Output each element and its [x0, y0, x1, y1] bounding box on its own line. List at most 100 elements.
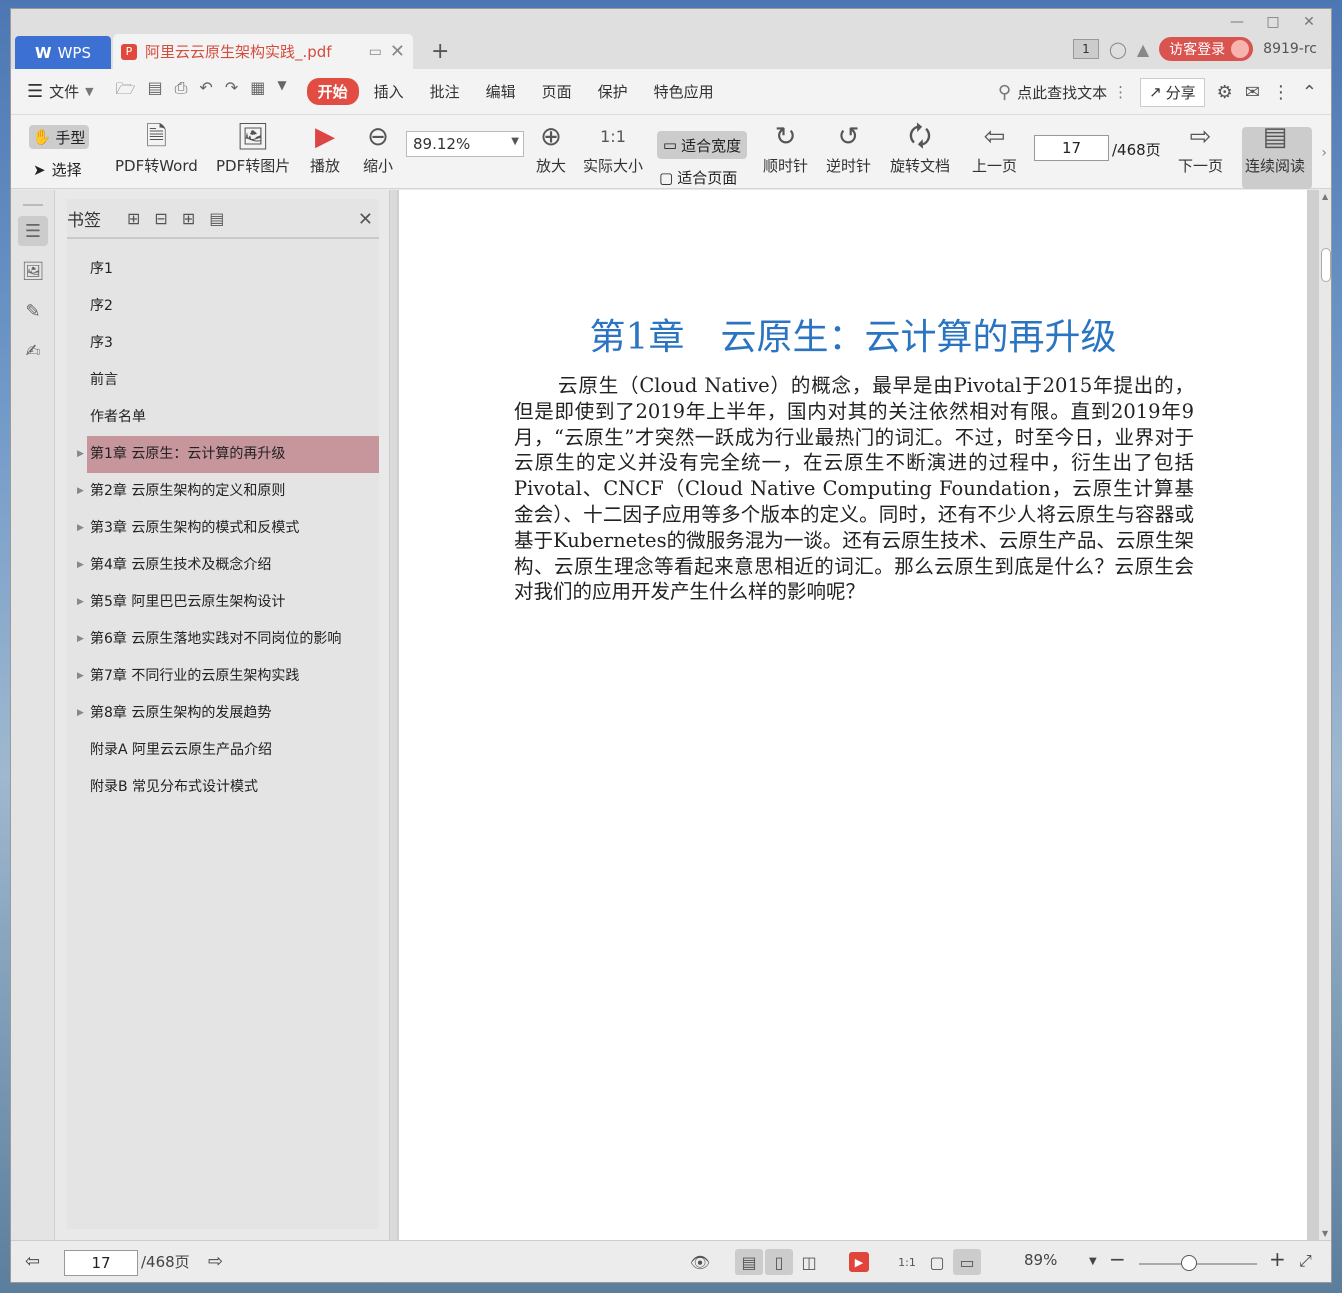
tab-annotate[interactable]: 批注: [419, 78, 471, 105]
zoom-minus-icon[interactable]: −: [1109, 1247, 1126, 1271]
save-icon[interactable]: ▤: [147, 78, 162, 105]
bookmark-item[interactable]: 前言: [67, 362, 379, 399]
zoom-percent[interactable]: 89%: [1024, 1251, 1057, 1269]
zoom-plus-icon[interactable]: +: [1269, 1247, 1286, 1271]
more-options-icon[interactable]: ⋮: [1272, 82, 1290, 103]
tab-protect[interactable]: 保护: [587, 78, 639, 105]
bookmark-item[interactable]: 序2: [67, 288, 379, 325]
tab-insert[interactable]: 插入: [363, 78, 415, 105]
window-count-badge[interactable]: 1: [1072, 39, 1099, 59]
zoom-slider-track[interactable]: [1139, 1263, 1257, 1265]
expand-arrow-icon[interactable]: ▶: [77, 436, 84, 473]
zoom-level-input[interactable]: 89.12% ▼: [406, 131, 524, 157]
bookmark-item[interactable]: ▶ 第5章 阿里巴巴云原生架构设计: [67, 584, 379, 621]
bookmark-item[interactable]: ▶ 第1章 云原生：云计算的再升级: [77, 436, 379, 473]
bookmark-item[interactable]: ▶ 第4章 云原生技术及概念介绍: [67, 547, 379, 584]
tab-features[interactable]: 特色应用: [643, 78, 725, 105]
scrollbar-thumb[interactable]: [1321, 248, 1331, 282]
expand-arrow-icon[interactable]: ▶: [77, 658, 84, 695]
page-number-input[interactable]: 17: [1034, 135, 1109, 161]
fit-page-button[interactable]: ▢ 适合页面: [659, 167, 737, 188]
fit-width-button[interactable]: ▭ 适合宽度: [657, 131, 747, 159]
close-window-icon[interactable]: ✕: [1295, 13, 1323, 31]
zoom-slider-knob[interactable]: [1180, 1255, 1197, 1271]
maximize-icon[interactable]: □: [1259, 13, 1287, 31]
export-icon[interactable]: ▦: [250, 78, 265, 105]
fit-page-status-icon[interactable]: ▢: [923, 1249, 951, 1275]
undo-icon[interactable]: ↶: [199, 78, 212, 105]
zoom-percent-dropdown-icon[interactable]: ▼: [1089, 1256, 1097, 1267]
close-panel-icon[interactable]: ✕: [358, 209, 373, 230]
minimize-icon[interactable]: —: [1223, 13, 1251, 31]
status-prev-page-icon[interactable]: ⇦: [25, 1251, 40, 1272]
collapse-ribbon-icon[interactable]: ⌃: [1302, 82, 1317, 103]
document-tab[interactable]: P 阿里云云原生架构实践_.pdf ▭ ✕: [113, 34, 413, 69]
file-menu[interactable]: ☰ 文件 ▼: [27, 81, 94, 102]
bookmark-item[interactable]: ▶ 第2章 云原生架构的定义和原则: [67, 473, 379, 510]
eye-protection-icon[interactable]: 👁: [686, 1249, 714, 1275]
new-tab-icon[interactable]: +: [431, 39, 449, 64]
expand-all-icon[interactable]: ⊞: [127, 209, 140, 228]
tab-start[interactable]: 开始: [306, 78, 359, 105]
more-vertical-icon[interactable]: ⋮: [1113, 83, 1128, 101]
rotate-counterclockwise-button[interactable]: ↺ 逆时针: [826, 119, 871, 176]
annotation-panel-icon[interactable]: ✎: [18, 296, 48, 326]
bookmark-panel-icon[interactable]: ☰: [18, 216, 48, 246]
comment-icon[interactable]: ✉: [1245, 82, 1260, 103]
expand-arrow-icon[interactable]: ▶: [77, 695, 84, 732]
print-icon[interactable]: ⎙: [175, 78, 188, 105]
signature-panel-icon[interactable]: ✍: [18, 336, 48, 366]
wps-home-tab[interactable]: W WPS: [15, 36, 111, 69]
guest-login-button[interactable]: 访客登录: [1159, 37, 1254, 61]
pdf-to-word-button[interactable]: 🗎 PDF转Word: [115, 119, 198, 176]
bookmark-item[interactable]: ▶ 第7章 不同行业的云原生架构实践: [67, 658, 379, 695]
ribbon-scroll-right-icon[interactable]: ›: [1321, 145, 1327, 161]
share-button[interactable]: ↗ 分享: [1140, 77, 1205, 107]
single-page-view-icon[interactable]: ▯: [765, 1249, 793, 1275]
fit-width-status-icon[interactable]: ▭: [953, 1249, 981, 1275]
select-tool-button[interactable]: ➤ 选择: [33, 159, 82, 180]
expand-arrow-icon[interactable]: ▶: [77, 584, 84, 621]
pin-tab-icon[interactable]: ▭: [369, 44, 382, 60]
tab-page[interactable]: 页面: [531, 78, 583, 105]
actual-size-button[interactable]: 1:1 实际大小: [583, 119, 643, 176]
two-page-view-icon[interactable]: ◫: [795, 1249, 823, 1275]
bookmark-item[interactable]: 序1: [67, 251, 379, 288]
rotate-clockwise-button[interactable]: ↻ 顺时针: [763, 119, 808, 176]
redo-icon[interactable]: ↷: [225, 78, 238, 105]
collapse-all-icon[interactable]: ⊟: [154, 209, 167, 228]
status-next-page-icon[interactable]: ⇨: [208, 1251, 223, 1272]
more-dropdown-icon[interactable]: ▼: [277, 78, 286, 105]
next-page-button[interactable]: ⇨ 下一页: [1178, 119, 1223, 176]
scroll-down-icon[interactable]: ▼: [1322, 1229, 1328, 1238]
zoom-in-button[interactable]: ⊕ 放大: [536, 119, 566, 176]
close-tab-icon[interactable]: ✕: [390, 41, 405, 62]
slideshow-play-icon[interactable]: ▶: [849, 1252, 869, 1272]
scroll-up-icon[interactable]: ▲: [1322, 192, 1328, 201]
vertical-scrollbar[interactable]: ▲ ▼: [1319, 190, 1331, 1240]
hand-tool-button[interactable]: ✋ 手型: [29, 125, 89, 149]
bookmark-options-icon[interactable]: ▤: [209, 209, 224, 228]
expand-arrow-icon[interactable]: ▶: [77, 621, 84, 658]
add-bookmark-icon[interactable]: ⊞: [182, 209, 195, 228]
bookmark-item[interactable]: ▶ 第8章 云原生架构的发展趋势: [67, 695, 379, 732]
expand-arrow-icon[interactable]: ▶: [77, 510, 84, 547]
play-button[interactable]: ▶ 播放: [310, 119, 340, 176]
panel-splitter[interactable]: [389, 190, 397, 1240]
tab-edit[interactable]: 编辑: [475, 78, 527, 105]
expand-arrow-icon[interactable]: ▶: [77, 473, 84, 510]
zoom-dropdown-icon[interactable]: ▼: [511, 136, 519, 147]
fullscreen-icon[interactable]: ⤢: [1299, 1251, 1312, 1271]
thumbnail-panel-icon[interactable]: 🖼: [18, 256, 48, 286]
find-text-search[interactable]: ⚲ 点此查找文本 ⋮: [998, 82, 1128, 103]
bookmark-item[interactable]: 附录B 常见分布式设计模式: [67, 769, 379, 806]
bookmark-item[interactable]: 作者名单: [67, 399, 379, 436]
gear-icon[interactable]: ⚙: [1217, 82, 1233, 103]
skin-icon[interactable]: ◯: [1109, 40, 1127, 59]
status-page-input[interactable]: 17: [64, 1250, 138, 1276]
shirt-icon[interactable]: ▲: [1137, 40, 1149, 59]
bookmark-item[interactable]: 附录A 阿里云云原生产品介绍: [67, 732, 379, 769]
rotate-document-button[interactable]: 🗘 旋转文档: [890, 119, 950, 176]
zoom-out-button[interactable]: ⊖ 缩小: [363, 119, 393, 176]
prev-page-button[interactable]: ⇦ 上一页: [972, 119, 1017, 176]
